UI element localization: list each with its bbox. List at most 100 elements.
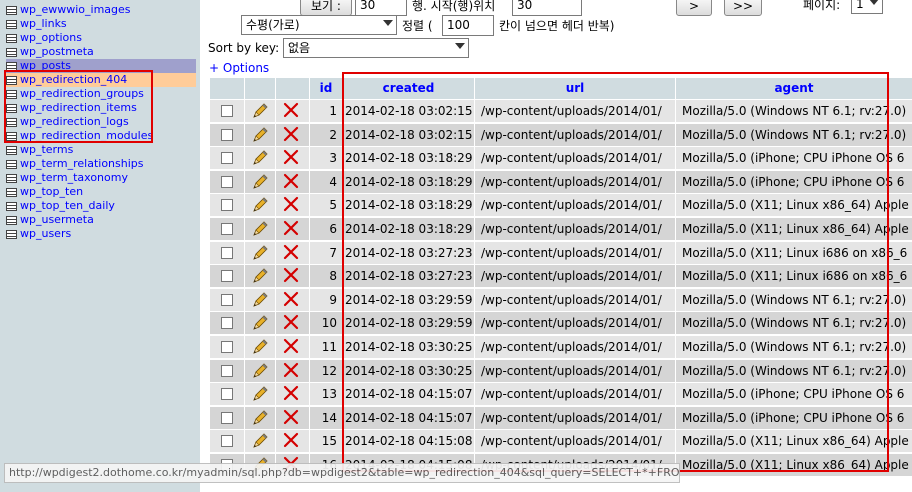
sidebar-table-label[interactable]: wp_users [20, 227, 71, 241]
row-checkbox[interactable] [221, 317, 233, 330]
table-icon[interactable] [6, 229, 17, 239]
cell-id: 15 [310, 430, 342, 453]
rows-count-input[interactable]: 30 [355, 0, 407, 16]
pencil-icon[interactable] [251, 244, 269, 262]
pencil-icon[interactable] [251, 385, 269, 403]
table-icon[interactable] [6, 201, 17, 211]
sort-by-key-value: 없음 [288, 41, 311, 55]
delete-x-icon[interactable] [283, 338, 299, 354]
sidebar-table-label[interactable]: wp_usermeta [20, 213, 94, 227]
sidebar-table-label[interactable]: wp_postmeta [20, 45, 94, 59]
sidebar-table-label[interactable]: wp_top_ten [20, 185, 83, 199]
row-checkbox[interactable] [221, 364, 233, 377]
row-checkbox[interactable] [221, 270, 233, 283]
table-icon[interactable] [6, 33, 17, 43]
start-row-input[interactable]: 30 [512, 0, 582, 16]
row-checkbox[interactable] [221, 199, 233, 212]
pencil-icon[interactable] [251, 220, 269, 238]
table-icon[interactable] [6, 19, 17, 29]
pencil-icon[interactable] [251, 102, 269, 120]
row-select-cell [210, 336, 244, 358]
table-icon[interactable] [6, 145, 17, 155]
delete-x-icon[interactable] [283, 432, 299, 448]
row-checkbox[interactable] [221, 223, 233, 235]
delete-x-icon[interactable] [283, 126, 299, 142]
table-icon[interactable] [6, 187, 17, 197]
row-edit-cell [245, 100, 275, 122]
delete-x-icon[interactable] [283, 314, 299, 330]
table-icon[interactable] [6, 47, 17, 57]
row-checkbox[interactable] [221, 388, 233, 401]
column-header-id[interactable]: id [310, 78, 342, 99]
sidebar-table-wp-top-ten[interactable]: wp_top_ten [6, 185, 196, 199]
pencil-icon[interactable] [251, 338, 269, 356]
delete-x-icon[interactable] [283, 220, 299, 236]
options-link[interactable]: + Options [209, 61, 269, 75]
row-checkbox[interactable] [221, 411, 233, 424]
sidebar-table-wp-links[interactable]: wp_links [6, 17, 196, 31]
row-edit-cell [245, 336, 275, 358]
row-edit-cell [245, 194, 275, 217]
sidebar-table-label[interactable]: wp_term_taxonomy [20, 171, 128, 185]
row-delete-cell [276, 288, 309, 311]
sidebar-table-wp-top-ten-daily[interactable]: wp_top_ten_daily [6, 199, 196, 213]
pencil-icon[interactable] [251, 126, 269, 144]
sidebar-table-label[interactable]: wp_links [20, 17, 67, 31]
sidebar-table-wp-terms[interactable]: wp_terms [6, 143, 196, 157]
sidebar-table-label[interactable]: wp_top_ten_daily [20, 199, 115, 213]
delete-x-icon[interactable] [283, 409, 299, 425]
cell-id: 6 [310, 218, 342, 240]
delete-x-icon[interactable] [283, 149, 299, 165]
delete-x-icon[interactable] [283, 244, 299, 260]
cell-id: 5 [310, 194, 342, 217]
row-checkbox[interactable] [221, 105, 233, 117]
sidebar-table-wp-usermeta[interactable]: wp_usermeta [6, 213, 196, 227]
repeat-header-input[interactable]: 100 [442, 15, 494, 36]
table-icon[interactable] [6, 215, 17, 225]
sidebar-table-wp-postmeta[interactable]: wp_postmeta [6, 45, 196, 59]
delete-x-icon[interactable] [283, 291, 299, 307]
delete-x-icon[interactable] [283, 196, 299, 212]
pencil-icon[interactable] [251, 149, 269, 167]
pencil-icon[interactable] [251, 173, 269, 191]
sidebar-table-label[interactable]: wp_options [20, 31, 82, 45]
pencil-icon[interactable] [251, 314, 269, 332]
delete-x-icon[interactable] [283, 173, 299, 189]
row-checkbox[interactable] [221, 435, 233, 448]
pencil-icon[interactable] [251, 409, 269, 427]
pencil-icon[interactable] [251, 432, 269, 450]
sidebar-table-wp-ewwwio-images[interactable]: wp_ewwwio_images [6, 3, 196, 17]
row-checkbox[interactable] [221, 246, 233, 259]
sort-by-key-select[interactable]: 없음 [283, 38, 469, 58]
pencil-icon[interactable] [251, 362, 269, 380]
pencil-icon[interactable] [251, 267, 269, 285]
delete-x-icon[interactable] [283, 385, 299, 401]
delete-x-icon[interactable] [283, 102, 299, 118]
row-checkbox[interactable] [221, 341, 233, 353]
row-checkbox[interactable] [221, 293, 233, 306]
next-page-button[interactable]: > [676, 0, 712, 16]
row-checkbox[interactable] [221, 128, 233, 141]
table-icon[interactable] [6, 173, 17, 183]
row-checkbox[interactable] [221, 175, 233, 188]
show-button[interactable]: 보기 : [300, 0, 352, 16]
last-page-button[interactable]: >> [724, 0, 762, 16]
pencil-icon[interactable] [251, 196, 269, 214]
sidebar-table-wp-term-relationships[interactable]: wp_term_relationships [6, 157, 196, 171]
sidebar-table-label[interactable]: wp_ewwwio_images [20, 3, 131, 17]
pencil-icon[interactable] [251, 291, 269, 309]
sidebar-table-label[interactable]: wp_terms [20, 143, 73, 157]
table-icon[interactable] [6, 159, 17, 169]
sidebar-table-wp-term-taxonomy[interactable]: wp_term_taxonomy [6, 171, 196, 185]
page-select[interactable]: 1 [851, 0, 883, 14]
table-icon[interactable] [6, 5, 17, 15]
row-checkbox[interactable] [221, 152, 233, 165]
sidebar-table-wp-options[interactable]: wp_options [6, 31, 196, 45]
sidebar-table-label[interactable]: wp_term_relationships [20, 157, 144, 171]
delete-x-icon[interactable] [283, 362, 299, 378]
sidebar-table-wp-users[interactable]: wp_users [6, 227, 196, 241]
display-direction-select[interactable]: 수평(가로) [241, 15, 397, 35]
row-delete-cell [276, 170, 309, 193]
row-edit-cell [245, 406, 275, 429]
delete-x-icon[interactable] [283, 267, 299, 283]
